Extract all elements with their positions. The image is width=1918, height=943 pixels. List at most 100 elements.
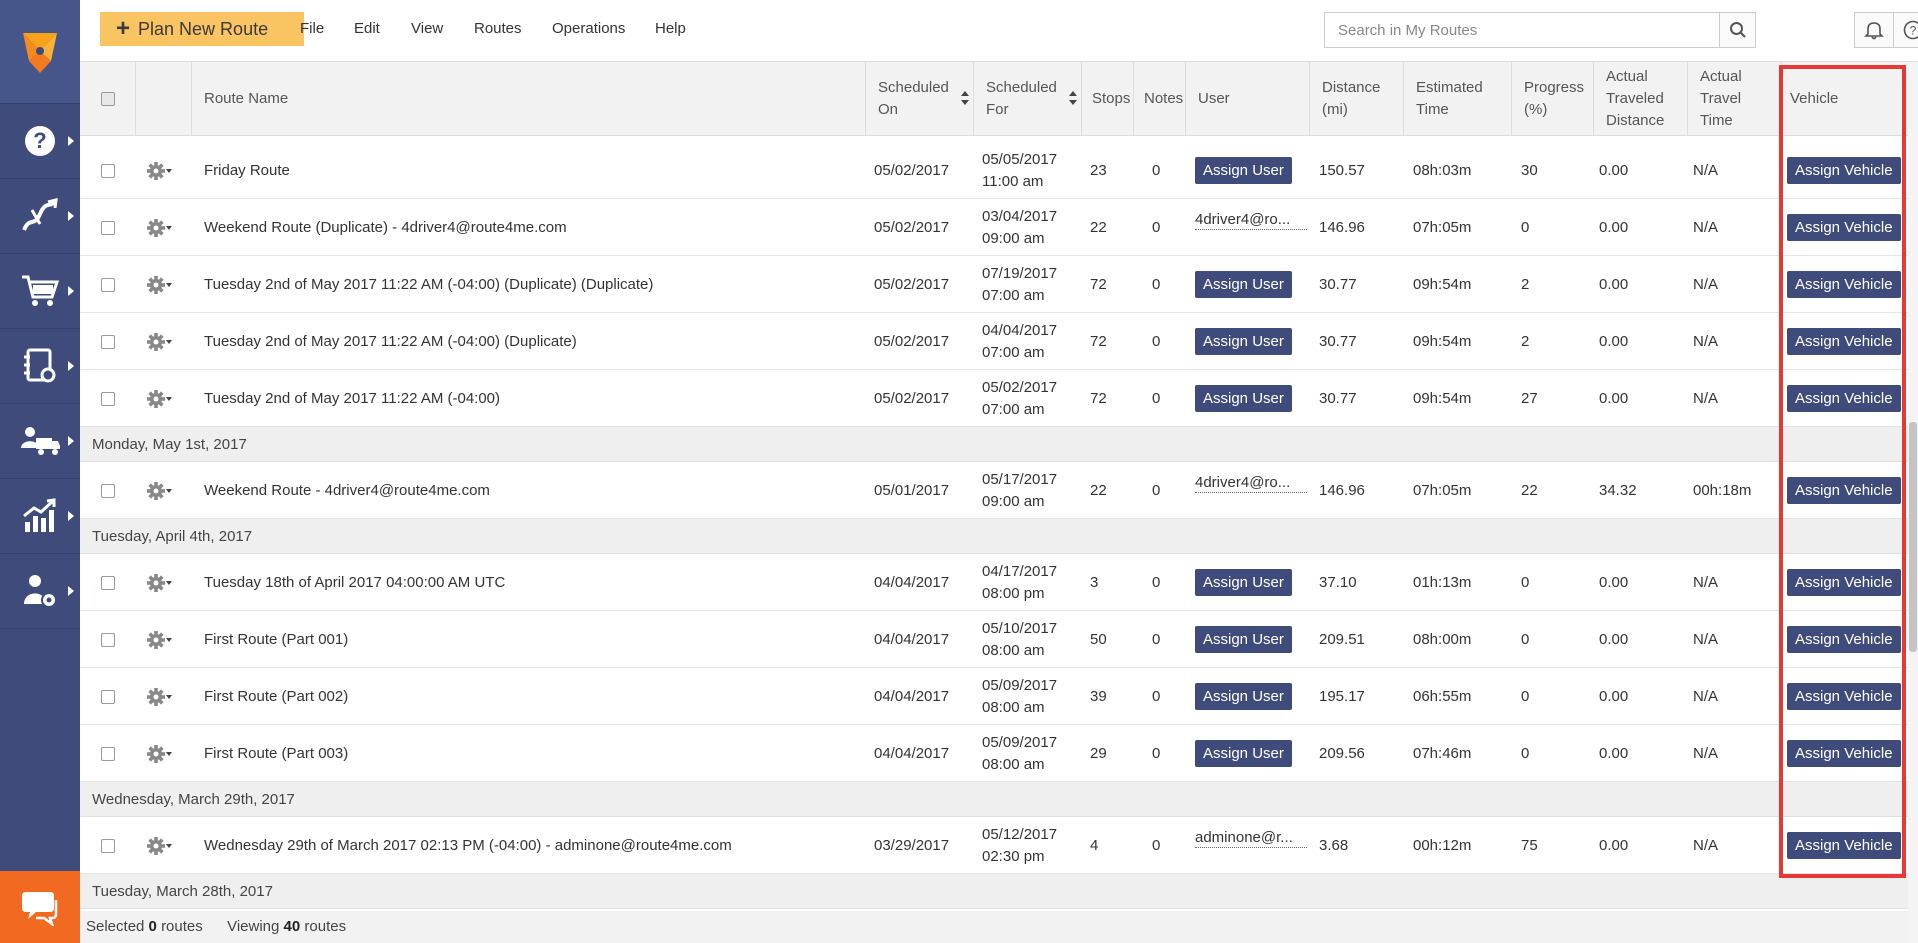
header-stops[interactable]: Stops (1082, 62, 1134, 136)
header-progress[interactable]: Progress (%) (1512, 62, 1594, 136)
row-checkbox[interactable] (101, 277, 115, 292)
header-notes[interactable]: Notes (1134, 62, 1186, 136)
route-name[interactable]: Weekend Route (Duplicate) - 4driver4@rou… (204, 199, 854, 256)
assign-vehicle-button[interactable]: Assign Vehicle (1787, 832, 1901, 859)
assign-vehicle-button[interactable]: Assign Vehicle (1787, 477, 1901, 504)
assign-vehicle-button[interactable]: Assign Vehicle (1787, 683, 1901, 710)
row-checkbox[interactable] (101, 220, 115, 235)
row-checkbox[interactable] (101, 334, 115, 349)
row-actions-menu[interactable] (146, 256, 186, 313)
table-row[interactable]: Wednesday 29th of March 2017 02:13 PM (-… (80, 817, 1918, 874)
row-actions-menu[interactable] (146, 668, 186, 725)
row-actions-menu[interactable] (146, 554, 186, 611)
menu-view[interactable]: View (411, 20, 443, 37)
sidebar-item-user-settings[interactable] (0, 554, 80, 629)
table-row[interactable]: First Route (Part 003) 04/04/2017 05/09/20… (80, 725, 1918, 782)
row-checkbox[interactable] (101, 391, 115, 406)
route-name[interactable]: Tuesday 2nd of May 2017 11:22 AM (-04:00… (204, 370, 854, 427)
row-actions-menu[interactable] (146, 313, 186, 370)
header-actual-distance[interactable]: Actual Traveled Distance (1594, 62, 1688, 136)
sidebar-item-cart[interactable] (0, 254, 80, 329)
sidebar-item-fleet[interactable] (0, 404, 80, 479)
assign-vehicle-button[interactable]: Assign Vehicle (1787, 626, 1901, 653)
row-checkbox[interactable] (101, 838, 115, 853)
table-row[interactable]: Tuesday 18th of April 2017 04:00:00 AM U… (80, 554, 1918, 611)
header-scheduled-for[interactable]: Scheduled For (974, 62, 1082, 136)
select-all-checkbox[interactable] (100, 92, 115, 106)
assign-vehicle-button[interactable]: Assign Vehicle (1787, 328, 1901, 355)
header-scheduled-on[interactable]: Scheduled On (866, 62, 974, 136)
menu-help[interactable]: Help (655, 20, 686, 37)
row-actions-menu[interactable] (146, 142, 186, 199)
assign-vehicle-button[interactable]: Assign Vehicle (1787, 157, 1901, 184)
menu-routes[interactable]: Routes (474, 20, 522, 37)
row-checkbox[interactable] (101, 746, 115, 761)
table-row[interactable]: Weekend Route (Duplicate) - 4driver4@rou… (80, 199, 1918, 256)
table-row[interactable]: First Route (Part 001) 04/04/2017 05/10/20… (80, 611, 1918, 668)
assign-user-button[interactable]: Assign User (1195, 569, 1292, 596)
sidebar-item-address-book[interactable] (0, 329, 80, 404)
route-name[interactable]: Tuesday 2nd of May 2017 11:22 AM (-04:00… (204, 256, 854, 313)
help-button[interactable]: ? (1893, 12, 1918, 48)
assign-user-button[interactable]: Assign User (1195, 740, 1292, 767)
menu-file[interactable]: File (300, 20, 324, 37)
header-actual-time[interactable]: Actual Travel Time (1688, 62, 1782, 136)
vertical-scrollbar[interactable] (1908, 62, 1918, 943)
scrollbar-thumb[interactable] (1909, 422, 1917, 652)
route-name[interactable]: Tuesday 2nd of May 2017 11:22 AM (-04:00… (204, 313, 854, 370)
assign-user-button[interactable]: Assign User (1195, 626, 1292, 653)
row-checkbox[interactable] (101, 483, 115, 498)
header-estimated-time[interactable]: Estimated Time (1404, 62, 1512, 136)
route4me-logo[interactable] (0, 0, 80, 104)
row-actions-menu[interactable] (146, 370, 186, 427)
notifications-button[interactable] (1854, 12, 1894, 48)
plan-new-route-button[interactable]: + Plan New Route (100, 12, 304, 46)
header-distance[interactable]: Distance (mi) (1310, 62, 1404, 136)
row-checkbox[interactable] (101, 575, 115, 590)
route-name[interactable]: Tuesday 18th of April 2017 04:00:00 AM U… (204, 554, 854, 611)
route-name[interactable]: First Route (Part 002) (204, 668, 854, 725)
assign-user-button[interactable]: Assign User (1195, 683, 1292, 710)
row-checkbox[interactable] (101, 163, 115, 178)
user-email[interactable]: adminone@r... (1195, 829, 1307, 848)
user-email[interactable]: 4driver4@ro... (1195, 211, 1307, 230)
table-row[interactable]: Weekend Route - 4driver4@route4me.com 05/… (80, 462, 1918, 519)
chat-button[interactable] (0, 871, 80, 943)
row-actions-menu[interactable] (146, 462, 186, 519)
table-row[interactable]: Friday Route 05/02/2017 05/05/2017 11:00 am… (80, 142, 1918, 199)
assign-vehicle-button[interactable]: Assign Vehicle (1787, 271, 1901, 298)
route-name[interactable]: First Route (Part 001) (204, 611, 854, 668)
row-actions-menu[interactable] (146, 725, 186, 782)
header-user[interactable]: User (1186, 62, 1310, 136)
table-row[interactable]: Tuesday 2nd of May 2017 11:22 AM (-04:00… (80, 370, 1918, 427)
row-checkbox[interactable] (101, 689, 115, 704)
assign-vehicle-button[interactable]: Assign Vehicle (1787, 740, 1901, 767)
header-vehicle[interactable]: Vehicle (1782, 62, 1918, 136)
table-row[interactable]: First Route (Part 002) 04/04/2017 05/09/20… (80, 668, 1918, 725)
route-name[interactable]: Friday Route (204, 142, 854, 199)
row-checkbox[interactable] (101, 632, 115, 647)
route-name[interactable]: First Route (Part 003) (204, 725, 854, 782)
assign-vehicle-button[interactable]: Assign Vehicle (1787, 214, 1901, 241)
search-button[interactable] (1719, 13, 1755, 47)
table-row[interactable]: Tuesday 2nd of May 2017 11:22 AM (-04:00… (80, 256, 1918, 313)
row-actions-menu[interactable] (146, 817, 186, 874)
search-input[interactable] (1325, 13, 1715, 47)
assign-vehicle-button[interactable]: Assign Vehicle (1787, 569, 1901, 596)
table-row[interactable]: Tuesday 2nd of May 2017 11:22 AM (-04:00… (80, 313, 1918, 370)
menu-edit[interactable]: Edit (354, 20, 380, 37)
sidebar-item-analytics[interactable] (0, 479, 80, 554)
sidebar-item-routes[interactable] (0, 179, 80, 254)
menu-operations[interactable]: Operations (552, 20, 625, 37)
assign-vehicle-button[interactable]: Assign Vehicle (1787, 385, 1901, 412)
route-name[interactable]: Wednesday 29th of March 2017 02:13 PM (-… (204, 817, 854, 874)
sidebar-item-help[interactable]: ? (0, 104, 80, 179)
user-email[interactable]: 4driver4@ro... (1195, 474, 1307, 493)
assign-user-button[interactable]: Assign User (1195, 385, 1292, 412)
row-actions-menu[interactable] (146, 611, 186, 668)
assign-user-button[interactable]: Assign User (1195, 271, 1292, 298)
header-route-name[interactable]: Route Name (192, 62, 866, 136)
assign-user-button[interactable]: Assign User (1195, 328, 1292, 355)
route-name[interactable]: Weekend Route - 4driver4@route4me.com (204, 462, 854, 519)
assign-user-button[interactable]: Assign User (1195, 157, 1292, 184)
